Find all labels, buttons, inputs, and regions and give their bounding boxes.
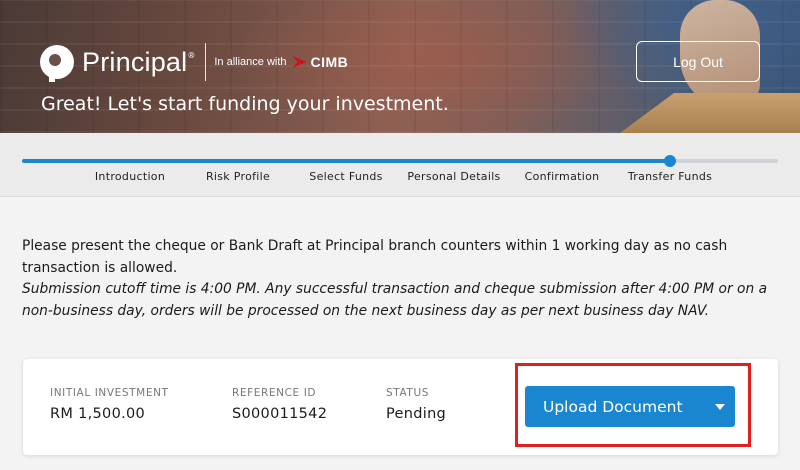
reference-id-value: S000011542 (232, 406, 328, 422)
status-label: STATUS (386, 387, 429, 399)
step-confirmation: Confirmation (524, 170, 600, 183)
hero-banner: Principal ® In alliance with CIMB Log Ou… (0, 0, 800, 133)
principal-logo-icon (40, 45, 74, 82)
brand-logo[interactable]: Principal ® In alliance with CIMB (40, 40, 348, 84)
funding-instructions: Please present the cheque or Bank Draft … (22, 236, 792, 322)
chevron-down-icon[interactable] (715, 403, 725, 410)
cutoff-notice: Submission cutoff time is 4:00 PM. Any s… (22, 281, 768, 319)
upload-document-button[interactable]: Upload Document (525, 386, 735, 427)
progress-current-marker (663, 155, 676, 167)
logout-button[interactable]: Log Out (636, 41, 760, 82)
progress-steps: Introduction Risk Profile Select Funds P… (0, 170, 800, 190)
initial-investment-value: RM 1,500.00 (50, 406, 146, 422)
partner-name: CIMB (310, 54, 349, 70)
page-title: Great! Let's start funding your investme… (41, 93, 449, 115)
status-field: STATUS Pending (386, 387, 446, 422)
brand-name: Principal (82, 46, 188, 77)
progress-track (22, 155, 778, 167)
alliance-text: In alliance with (214, 56, 287, 68)
progress-stepper: Introduction Risk Profile Select Funds P… (0, 133, 800, 197)
step-introduction: Introduction (94, 170, 166, 183)
reference-id-label: REFERENCE ID (232, 387, 317, 399)
cimb-logo-icon (292, 56, 307, 68)
initial-investment-field: INITIAL INVESTMENT RM 1,500.00 (50, 387, 169, 422)
step-select-funds: Select Funds (309, 170, 383, 183)
reference-id-field: REFERENCE ID S000011542 (232, 387, 327, 422)
progress-fill (22, 159, 670, 163)
initial-investment-label: INITIAL INVESTMENT (50, 387, 169, 399)
step-transfer-funds: Transfer Funds (627, 170, 713, 183)
brand-registered-mark: ® (187, 50, 196, 60)
step-risk-profile: Risk Profile (205, 170, 271, 183)
cheque-instruction: Please present the cheque or Bank Draft … (22, 238, 728, 276)
status-value: Pending (386, 406, 447, 422)
step-personal-details: Personal Details (407, 170, 501, 183)
logo-divider (205, 43, 207, 81)
upload-document-label: Upload Document (543, 397, 683, 416)
